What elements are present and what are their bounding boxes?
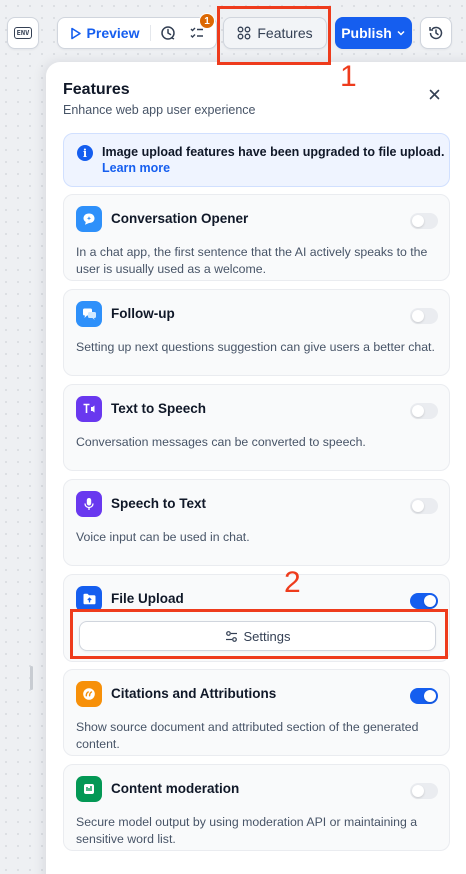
panel-subtitle: Enhance web app user experience [63, 103, 256, 117]
quote-icon [76, 681, 102, 707]
feature-description: In a chat app, the first sentence that t… [76, 245, 428, 276]
preview-button-group: Preview [57, 17, 217, 49]
resize-handle[interactable] [30, 666, 33, 690]
preview-button[interactable]: Preview [58, 18, 150, 48]
annotation-number-2: 2 [284, 566, 301, 599]
feature-description: Show source document and attributed sect… [76, 720, 419, 751]
chat-bubble-icon [76, 206, 102, 232]
feature-title: Citations and Attributions [111, 686, 277, 701]
close-button[interactable] [424, 84, 444, 104]
feature-description: Voice input can be used in chat. [76, 530, 250, 544]
publish-label: Publish [341, 25, 392, 41]
feature-title: Text to Speech [111, 401, 207, 416]
moderation-icon [76, 776, 102, 802]
feature-card-text-to-speech: Text to Speech Conversation messages can… [63, 384, 450, 471]
close-icon [429, 89, 439, 99]
text-to-speech-icon [76, 396, 102, 422]
annotation-box-settings [70, 609, 448, 659]
feature-card-content-moderation: Content moderation Secure model output b… [63, 764, 450, 851]
env-button[interactable]: ENV [7, 17, 39, 49]
history-icon [429, 26, 443, 40]
panel-title: Features [63, 81, 130, 98]
run-history-icon[interactable] [159, 24, 177, 42]
feature-description: Setting up next questions suggestion can… [76, 340, 435, 354]
feature-description: Conversation messages can be converted t… [76, 435, 366, 449]
version-history-button[interactable] [420, 17, 452, 49]
citations-toggle[interactable] [410, 688, 438, 704]
annotation-number-1: 1 [340, 60, 357, 93]
microphone-icon [76, 491, 102, 517]
feature-title: Conversation Opener [111, 211, 249, 226]
messages-icon [76, 301, 102, 327]
info-banner: i Image upload features have been upgrad… [63, 133, 450, 187]
play-icon [70, 27, 81, 39]
notification-badge: 1 [199, 13, 215, 29]
feature-title: File Upload [111, 591, 184, 606]
conversation-opener-toggle[interactable] [410, 213, 438, 229]
feature-title: Follow-up [111, 306, 175, 321]
chevron-down-icon [397, 30, 405, 36]
feature-card-speech-to-text: Speech to Text Voice input can be used i… [63, 479, 450, 566]
file-upload-toggle[interactable] [410, 593, 438, 609]
preview-label: Preview [86, 25, 140, 41]
info-icon: i [77, 145, 93, 161]
feature-title: Content moderation [111, 781, 240, 796]
feature-card-follow-up: Follow-up Setting up next questions sugg… [63, 289, 450, 376]
content-moderation-toggle[interactable] [410, 783, 438, 799]
features-panel: Features Enhance web app user experience… [46, 62, 466, 874]
info-text: Image upload features have been upgraded… [102, 145, 445, 159]
feature-card-citations: Citations and Attributions Show source d… [63, 669, 450, 756]
text-to-speech-toggle[interactable] [410, 403, 438, 419]
learn-more-link[interactable]: Learn more [102, 160, 437, 176]
divider [150, 25, 151, 41]
publish-button[interactable]: Publish [335, 17, 412, 49]
feature-description: Secure model output by using moderation … [76, 815, 418, 846]
follow-up-toggle[interactable] [410, 308, 438, 324]
speech-to-text-toggle[interactable] [410, 498, 438, 514]
env-icon: ENV [13, 27, 33, 39]
feature-card-conversation-opener: Conversation Opener In a chat app, the f… [63, 194, 450, 281]
annotation-box-features [217, 6, 331, 65]
feature-title: Speech to Text [111, 496, 207, 511]
